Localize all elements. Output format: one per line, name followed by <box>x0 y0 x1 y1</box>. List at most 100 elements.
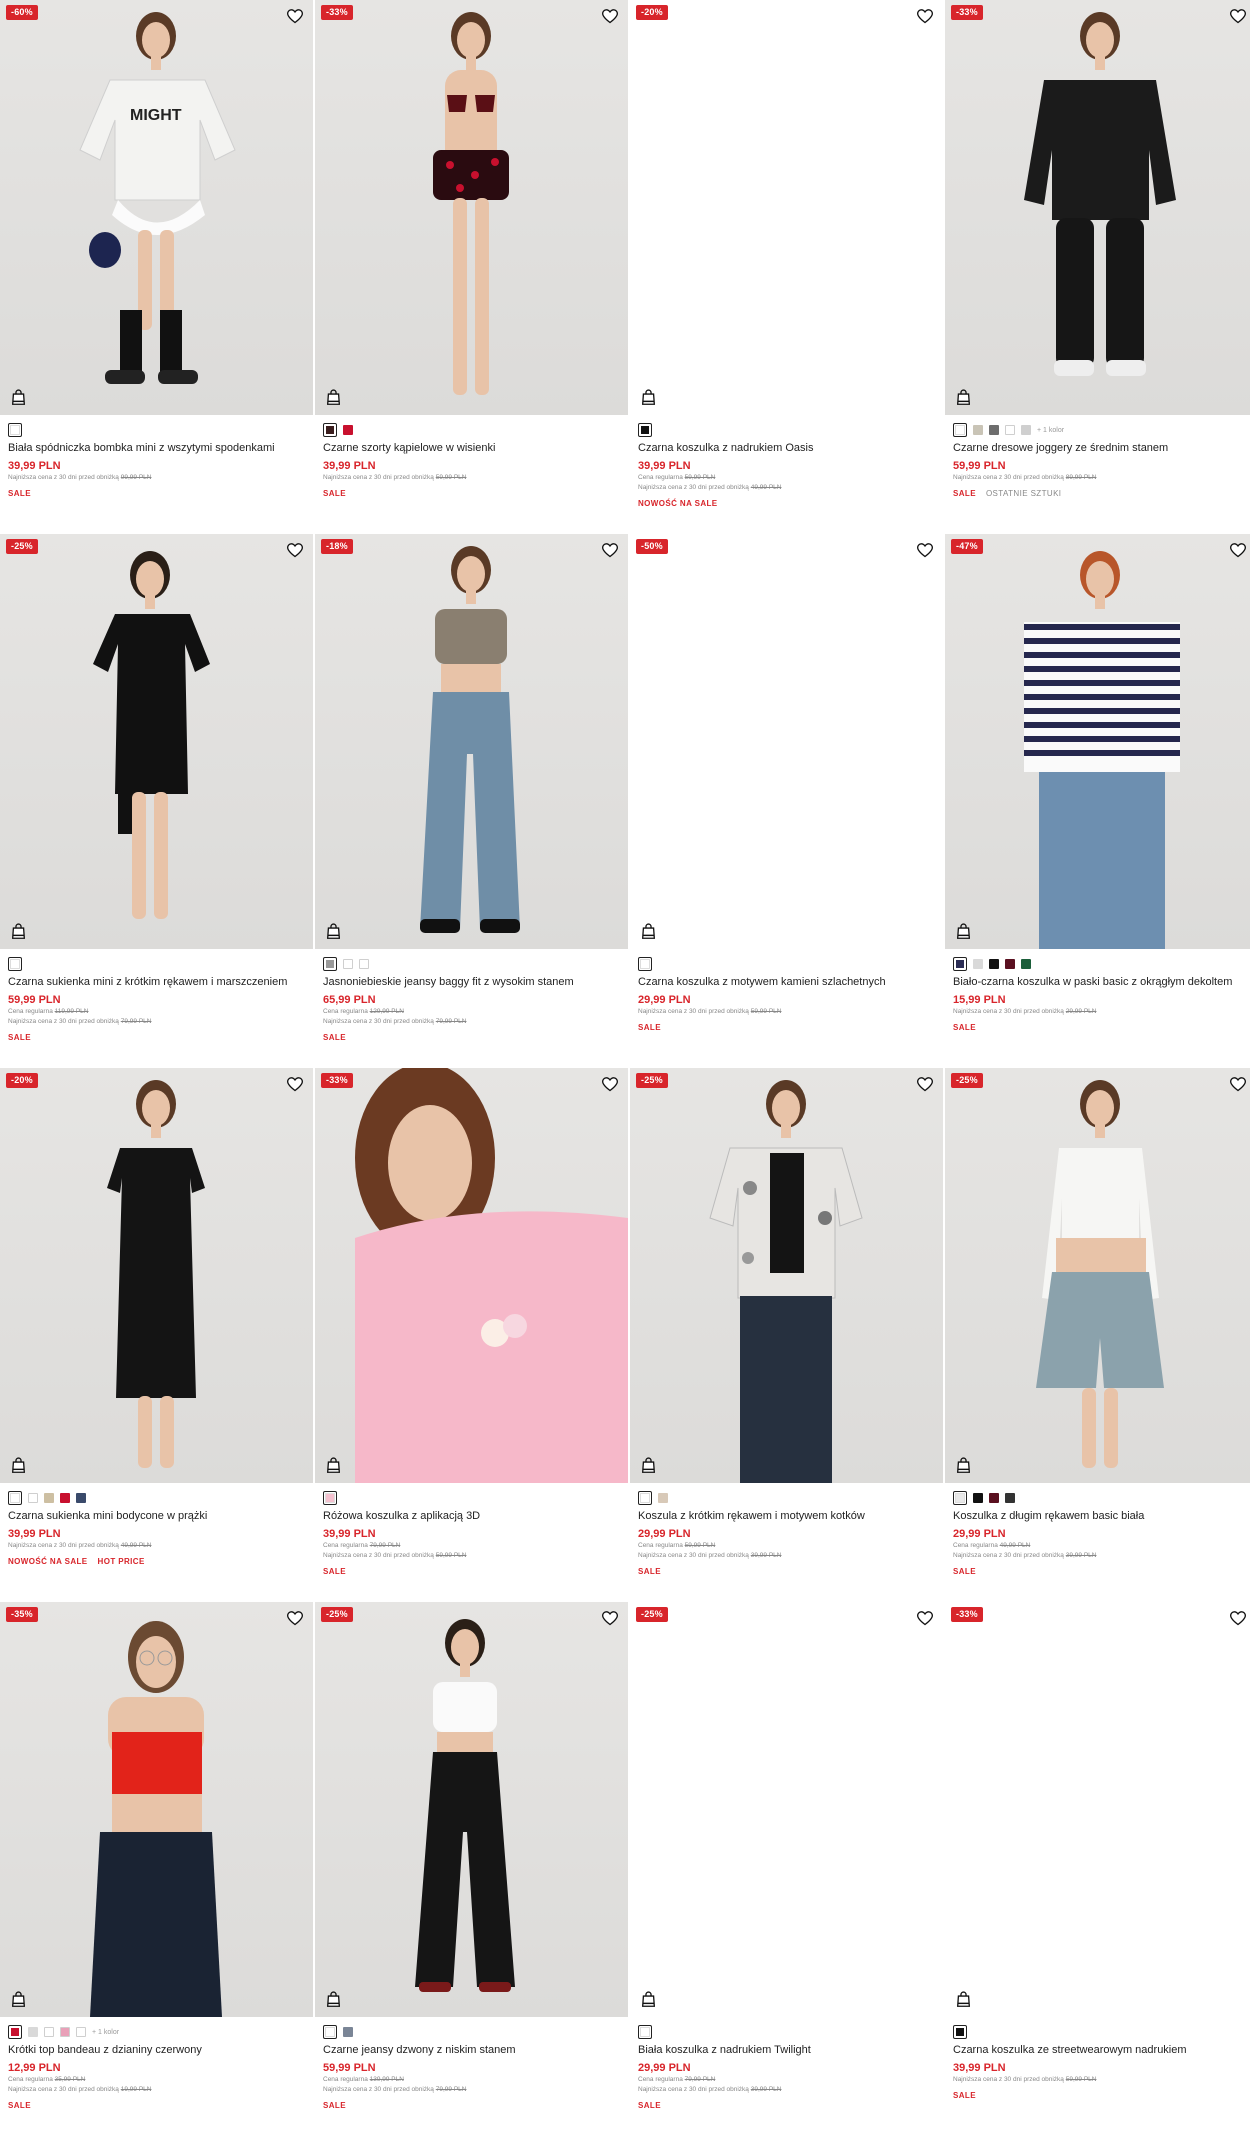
color-swatch[interactable] <box>28 1493 38 1503</box>
color-swatch[interactable] <box>989 425 999 435</box>
product-card[interactable]: -20% Czarna sukienka mini bodycone w prą… <box>0 1068 313 1602</box>
color-swatch[interactable] <box>973 1493 983 1503</box>
color-swatch[interactable] <box>76 2027 86 2037</box>
heart-icon[interactable] <box>916 543 934 558</box>
color-swatch[interactable] <box>60 2027 70 2037</box>
product-image[interactable]: MIGHT -60% <box>0 0 313 415</box>
color-swatch-selected[interactable] <box>953 957 967 971</box>
shopping-bag-icon[interactable] <box>11 1457 26 1473</box>
shopping-bag-icon[interactable] <box>956 1991 971 2007</box>
product-card[interactable]: MIGHT -60% Biała spódniczka bombka mini … <box>0 0 313 534</box>
color-swatch-selected[interactable] <box>323 423 337 437</box>
heart-icon[interactable] <box>1229 543 1247 558</box>
product-name[interactable]: Czarna sukienka mini bodycone w prążki <box>8 1510 305 1522</box>
color-swatch-selected[interactable] <box>323 2025 337 2039</box>
color-swatch[interactable] <box>973 959 983 969</box>
color-swatch[interactable] <box>343 425 353 435</box>
shopping-bag-icon[interactable] <box>641 1457 656 1473</box>
product-image[interactable]: -25% <box>315 1602 628 2017</box>
product-image[interactable]: -20% <box>630 0 943 415</box>
color-swatch-selected[interactable] <box>638 423 652 437</box>
color-swatch-selected[interactable] <box>638 957 652 971</box>
shopping-bag-icon[interactable] <box>641 923 656 939</box>
product-image[interactable]: -50% <box>630 534 943 949</box>
product-image[interactable]: -25% <box>630 1602 943 2017</box>
product-name[interactable]: Koszulka z długim rękawem basic biała <box>953 1510 1248 1522</box>
color-swatch-selected[interactable] <box>953 423 967 437</box>
shopping-bag-icon[interactable] <box>956 923 971 939</box>
heart-icon[interactable] <box>601 1611 619 1626</box>
more-colors-label[interactable]: + 1 kolor <box>1037 427 1064 434</box>
product-name[interactable]: Jasnoniebieskie jeansy baggy fit z wysok… <box>323 976 620 988</box>
color-swatch-selected[interactable] <box>638 1491 652 1505</box>
product-card[interactable]: -33% Czarne szorty kąpielowe w wisienki … <box>315 0 628 534</box>
product-card[interactable]: -20% Czarna koszulka z nadrukiem Oasis 3… <box>630 0 943 534</box>
product-image[interactable]: -20% <box>0 1068 313 1483</box>
product-card[interactable]: -33% Różowa koszulka z aplikacją 3D 39,9… <box>315 1068 628 1602</box>
color-swatch-selected[interactable] <box>953 1491 967 1505</box>
product-image[interactable]: -33% <box>945 1602 1250 2017</box>
product-name[interactable]: Czarna koszulka ze streetwearowym nadruk… <box>953 2044 1248 2056</box>
product-image[interactable]: -35% <box>0 1602 313 2017</box>
color-swatch-selected[interactable] <box>8 423 22 437</box>
product-name[interactable]: Biała koszulka z nadrukiem Twilight <box>638 2044 935 2056</box>
color-swatch[interactable] <box>1021 959 1031 969</box>
product-card[interactable]: -18% Jasnoniebieskie jeansy baggy fit z … <box>315 534 628 1068</box>
product-card[interactable]: -25% Biała koszulka z nadrukiem Twilight… <box>630 1602 943 2136</box>
heart-icon[interactable] <box>601 543 619 558</box>
color-swatch-selected[interactable] <box>323 957 337 971</box>
shopping-bag-icon[interactable] <box>641 389 656 405</box>
more-colors-label[interactable]: + 1 kolor <box>92 2029 119 2036</box>
heart-icon[interactable] <box>1229 1077 1247 1092</box>
heart-icon[interactable] <box>286 1077 304 1092</box>
product-image[interactable]: -25% <box>630 1068 943 1483</box>
product-card[interactable]: -25% Czarna sukienka mini z krótkim ręka… <box>0 534 313 1068</box>
product-image[interactable]: -18% <box>315 534 628 949</box>
product-card[interactable]: -35% + 1 kolor Krótki top bandeau z dzia… <box>0 1602 313 2136</box>
color-swatch-selected[interactable] <box>8 2025 22 2039</box>
color-swatch-selected[interactable] <box>8 1491 22 1505</box>
color-swatch[interactable] <box>359 959 369 969</box>
color-swatch[interactable] <box>1005 959 1015 969</box>
product-name[interactable]: Czarne jeansy dzwony z niskim stanem <box>323 2044 620 2056</box>
product-name[interactable]: Różowa koszulka z aplikacją 3D <box>323 1510 620 1522</box>
heart-icon[interactable] <box>601 1077 619 1092</box>
product-image[interactable]: -33% <box>315 1068 628 1483</box>
heart-icon[interactable] <box>1229 1611 1247 1626</box>
product-name[interactable]: Czarna koszulka z nadrukiem Oasis <box>638 442 935 454</box>
product-image[interactable]: -33% <box>945 0 1250 415</box>
color-swatch[interactable] <box>44 2027 54 2037</box>
product-name[interactable]: Czarne szorty kąpielowe w wisienki <box>323 442 620 454</box>
product-card[interactable]: -25% Koszula z krótkim rękawem i motywem… <box>630 1068 943 1602</box>
heart-icon[interactable] <box>916 9 934 24</box>
color-swatch[interactable] <box>989 1493 999 1503</box>
color-swatch[interactable] <box>973 425 983 435</box>
color-swatch[interactable] <box>44 1493 54 1503</box>
shopping-bag-icon[interactable] <box>11 1991 26 2007</box>
product-card[interactable]: -47% Biało-czarna koszulka w paski basic… <box>945 534 1250 1068</box>
shopping-bag-icon[interactable] <box>326 1457 341 1473</box>
product-card[interactable]: -25% Koszulka z długim rękawem basic bia… <box>945 1068 1250 1602</box>
product-image[interactable]: -47% <box>945 534 1250 949</box>
shopping-bag-icon[interactable] <box>641 1991 656 2007</box>
heart-icon[interactable] <box>601 9 619 24</box>
heart-icon[interactable] <box>916 1077 934 1092</box>
heart-icon[interactable] <box>286 9 304 24</box>
product-card[interactable]: -33% Czarna koszulka ze streetwearowym n… <box>945 1602 1250 2136</box>
product-card[interactable]: -50% Czarna koszulka z motywem kamieni s… <box>630 534 943 1068</box>
heart-icon[interactable] <box>916 1611 934 1626</box>
product-name[interactable]: Koszula z krótkim rękawem i motywem kotk… <box>638 1510 935 1522</box>
color-swatch[interactable] <box>76 1493 86 1503</box>
product-name[interactable]: Biała spódniczka bombka mini z wszytymi … <box>8 442 305 454</box>
heart-icon[interactable] <box>286 1611 304 1626</box>
product-name[interactable]: Biało-czarna koszulka w paski basic z ok… <box>953 976 1248 988</box>
product-name[interactable]: Czarne dresowe joggery ze średnim stanem <box>953 442 1248 454</box>
product-name[interactable]: Czarna sukienka mini z krótkim rękawem i… <box>8 976 305 988</box>
shopping-bag-icon[interactable] <box>956 1457 971 1473</box>
product-image[interactable]: -25% <box>0 534 313 949</box>
color-swatch[interactable] <box>60 1493 70 1503</box>
heart-icon[interactable] <box>1229 9 1247 24</box>
product-name[interactable]: Krótki top bandeau z dzianiny czerwony <box>8 2044 305 2056</box>
heart-icon[interactable] <box>286 543 304 558</box>
shopping-bag-icon[interactable] <box>11 389 26 405</box>
